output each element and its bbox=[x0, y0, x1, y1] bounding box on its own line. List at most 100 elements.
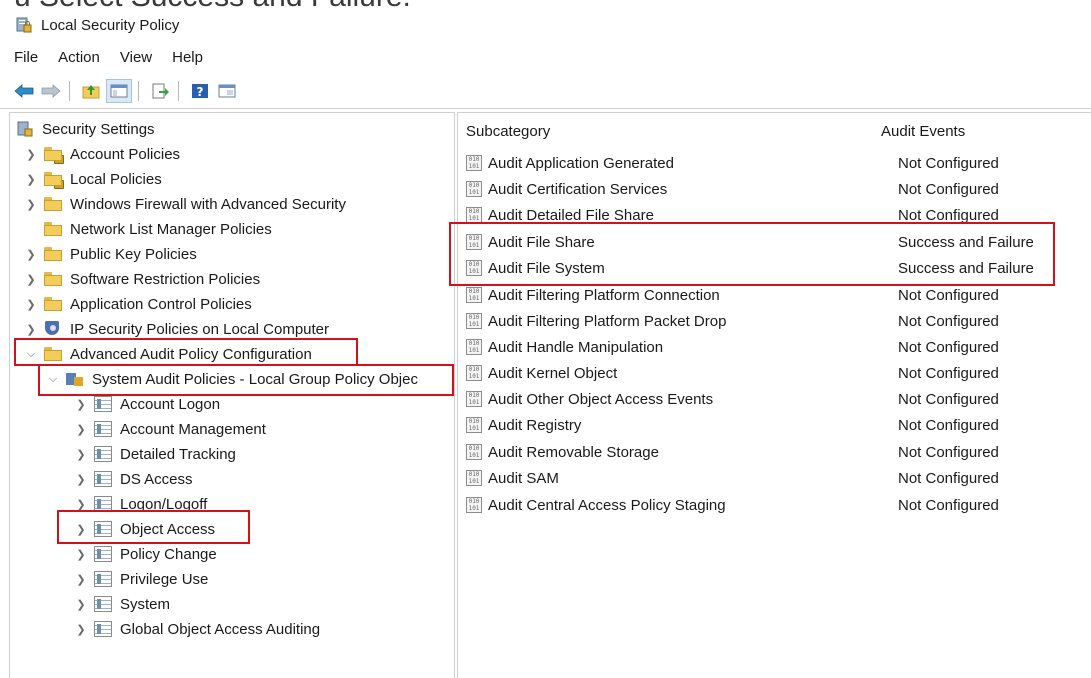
list-row[interactable]: 010 101 Audit Registry Not Configured bbox=[466, 412, 1086, 438]
audit-events-cell: Not Configured bbox=[898, 154, 999, 172]
list-row[interactable]: 010 101 Audit Kernel Object Not Configured bbox=[466, 360, 1086, 386]
audit-subcategory-icon: 010 101 bbox=[466, 287, 482, 303]
tree-item-policy-change[interactable]: ❯ Policy Change bbox=[74, 542, 217, 566]
chevron-right-icon[interactable]: ❯ bbox=[24, 247, 38, 261]
tree-label: Privilege Use bbox=[120, 570, 209, 588]
tree-label: DS Access bbox=[120, 470, 193, 488]
chevron-right-icon[interactable]: ❯ bbox=[74, 472, 88, 486]
console-tree[interactable]: Security Settings ❯ Account Policies ❯ L… bbox=[9, 112, 455, 678]
list-row[interactable]: 010 101 Audit Other Object Access Events No… bbox=[466, 386, 1086, 412]
tree-item-network-list-manager[interactable]: Network List Manager Policies bbox=[24, 217, 272, 241]
tree-item-ds-access[interactable]: ❯ DS Access bbox=[74, 467, 193, 491]
policy-icon bbox=[94, 571, 112, 587]
chevron-down-icon[interactable]: ⌵ bbox=[24, 347, 38, 361]
audit-subcategory-icon: 010 101 bbox=[466, 181, 482, 197]
subcategory-cell: Audit Central Access Policy Staging bbox=[488, 496, 726, 514]
chevron-right-icon[interactable]: ❯ bbox=[24, 272, 38, 286]
tree-label: System bbox=[120, 595, 171, 613]
help-icon[interactable]: ? bbox=[188, 80, 212, 102]
tree-item-account-policies[interactable]: ❯ Account Policies bbox=[24, 142, 180, 166]
tree-label: Network List Manager Policies bbox=[70, 220, 272, 238]
chevron-right-icon[interactable]: ❯ bbox=[74, 497, 88, 511]
audit-subcategory-icon: 010 101 bbox=[466, 155, 482, 171]
forward-arrow-icon[interactable] bbox=[39, 80, 63, 102]
chevron-down-icon[interactable]: ⌵ bbox=[46, 372, 60, 386]
tree-item-system[interactable]: ❯ System bbox=[74, 592, 170, 616]
tree-item-application-control[interactable]: ❯ Application Control Policies bbox=[24, 292, 251, 316]
tree-item-software-restriction[interactable]: ❯ Software Restriction Policies bbox=[24, 267, 260, 291]
details-list[interactable]: Subcategory Audit Events 010 101 Audit App… bbox=[457, 112, 1091, 678]
list-row[interactable]: 010 101 Audit Filtering Platform Connectio… bbox=[466, 282, 1086, 308]
list-row[interactable]: 010 101 Audit SAM Not Configured bbox=[466, 465, 1086, 491]
chevron-right-icon[interactable]: ❯ bbox=[24, 297, 38, 311]
chevron-right-icon[interactable]: ❯ bbox=[74, 397, 88, 411]
tree-item-account-management[interactable]: ❯ Account Management bbox=[74, 417, 266, 441]
list-row[interactable]: 010 101 Audit Central Access Policy Stagin… bbox=[466, 492, 1086, 518]
list-row[interactable]: 010 101 Audit File System Success and Failu… bbox=[466, 255, 1086, 281]
list-row[interactable]: 010 101 Audit Handle Manipulation Not Confi… bbox=[466, 334, 1086, 360]
up-folder-icon[interactable] bbox=[79, 80, 103, 102]
tree-item-public-key-policies[interactable]: ❯ Public Key Policies bbox=[24, 242, 197, 266]
tree-item-privilege-use[interactable]: ❯ Privilege Use bbox=[74, 567, 208, 591]
chevron-right-icon[interactable]: ❯ bbox=[74, 597, 88, 611]
tree-item-advanced-audit[interactable]: ⌵ Advanced Audit Policy Configuration bbox=[24, 342, 312, 366]
policy-icon bbox=[94, 496, 112, 512]
export-list-icon[interactable] bbox=[148, 80, 172, 102]
tree-label: Global Object Access Auditing bbox=[120, 620, 321, 638]
audit-subcategory-icon: 010 101 bbox=[466, 260, 482, 276]
tree-label: Software Restriction Policies bbox=[70, 270, 261, 288]
menu-file[interactable]: File bbox=[14, 49, 38, 66]
column-header-audit-events[interactable]: Audit Events bbox=[881, 123, 965, 140]
tree-item-logon-logoff[interactable]: ❯ Logon/Logoff bbox=[74, 492, 207, 516]
audit-subcategory-icon: 010 101 bbox=[466, 207, 482, 223]
tree-item-system-audit-policies[interactable]: ⌵ System Audit Policies - Local Group Po… bbox=[46, 367, 418, 391]
folder-icon bbox=[44, 297, 62, 311]
tree-item-object-access[interactable]: ❯ Object Access bbox=[74, 517, 215, 541]
chevron-right-icon[interactable]: ❯ bbox=[74, 522, 88, 536]
back-arrow-icon[interactable] bbox=[12, 80, 36, 102]
svg-text:?: ? bbox=[197, 85, 204, 99]
list-row[interactable]: 010 101 Audit Application Generated Not Con… bbox=[466, 150, 1086, 176]
tree-item-windows-firewall[interactable]: ❯ Windows Firewall with Advanced Securit… bbox=[24, 192, 346, 216]
chevron-right-icon[interactable]: ❯ bbox=[74, 422, 88, 436]
menu-view[interactable]: View bbox=[120, 49, 152, 66]
audit-subcategory-icon: 010 101 bbox=[466, 391, 482, 407]
subcategory-cell: Audit Filtering Platform Packet Drop bbox=[488, 312, 727, 330]
chevron-right-icon[interactable]: ❯ bbox=[24, 147, 38, 161]
chevron-right-icon[interactable]: ❯ bbox=[74, 547, 88, 561]
tree-label: Public Key Policies bbox=[70, 245, 197, 263]
policy-icon bbox=[94, 596, 112, 612]
console-icon[interactable] bbox=[215, 80, 239, 102]
subcategory-cell: Audit Detailed File Share bbox=[488, 206, 654, 224]
subcategory-cell: Audit Certification Services bbox=[488, 180, 668, 198]
chevron-right-icon[interactable]: ❯ bbox=[74, 622, 88, 636]
audit-subcategory-icon: 010 101 bbox=[466, 339, 482, 355]
tree-item-ip-security[interactable]: ❯ IP Security Policies on Local Computer bbox=[24, 317, 329, 341]
audit-events-cell: Not Configured bbox=[898, 443, 999, 461]
list-row[interactable]: 010 101 Audit Certification Services Not Co… bbox=[466, 176, 1086, 202]
list-row[interactable]: 010 101 Audit File Share Success and Failur… bbox=[466, 229, 1086, 255]
chevron-right-icon[interactable]: ❯ bbox=[74, 447, 88, 461]
tree-root-security-settings[interactable]: Security Settings bbox=[16, 117, 155, 141]
tree-item-global-object-access[interactable]: ❯ Global Object Access Auditing bbox=[74, 617, 320, 641]
chevron-right-icon[interactable]: ❯ bbox=[24, 197, 38, 211]
menu-action[interactable]: Action bbox=[58, 49, 100, 66]
show-hide-tree-icon[interactable] bbox=[106, 79, 132, 103]
tree-label: Policy Change bbox=[120, 545, 217, 563]
column-header-subcategory[interactable]: Subcategory bbox=[466, 123, 550, 140]
tree-label: Logon/Logoff bbox=[120, 495, 208, 513]
list-row[interactable]: 010 101 Audit Filtering Platform Packet Dr… bbox=[466, 308, 1086, 334]
list-row[interactable]: 010 101 Audit Detailed File Share Not Confi… bbox=[466, 202, 1086, 228]
chevron-right-icon[interactable]: ❯ bbox=[24, 322, 38, 336]
chevron-right-icon[interactable]: ❯ bbox=[74, 572, 88, 586]
menu-help[interactable]: Help bbox=[172, 49, 203, 66]
tree-item-detailed-tracking[interactable]: ❯ Detailed Tracking bbox=[74, 442, 236, 466]
policy-icon bbox=[94, 471, 112, 487]
tree-item-account-logon[interactable]: ❯ Account Logon bbox=[74, 392, 220, 416]
list-row[interactable]: 010 101 Audit Removable Storage Not Configu… bbox=[466, 439, 1086, 465]
system-audit-icon bbox=[66, 371, 84, 387]
chevron-right-icon[interactable]: ❯ bbox=[24, 172, 38, 186]
folder-icon bbox=[44, 347, 62, 361]
toolbar-separator bbox=[178, 81, 179, 101]
tree-item-local-policies[interactable]: ❯ Local Policies bbox=[24, 167, 162, 191]
